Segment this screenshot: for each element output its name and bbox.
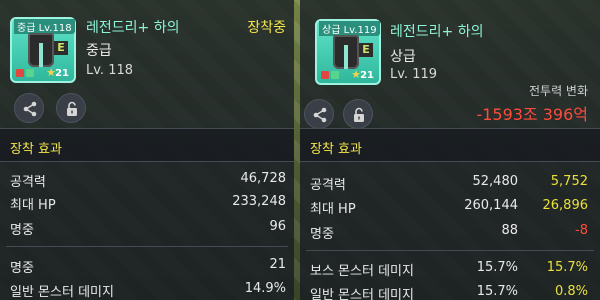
- share-icon: [23, 101, 37, 117]
- stat-label: 최대 HP: [10, 198, 56, 213]
- item-level: Lv. 118: [86, 63, 134, 78]
- item-name: 레전드리+ 하의: [390, 24, 484, 40]
- equipped-status: 장착중: [247, 20, 286, 36]
- stat-value: 52,480: [472, 174, 519, 189]
- stat-value: 46,728: [240, 171, 287, 186]
- item-name: 레전드리+ 하의: [86, 20, 180, 36]
- stat-row: 일반 몬스터 데미지 15.7% 0.8%: [300, 281, 600, 300]
- grade-level-tag: 상급 Lv.119: [319, 21, 380, 36]
- equip-effect-section: 장착 효과: [300, 128, 600, 162]
- stat-value: 15.7%: [476, 260, 518, 275]
- stat-row: 보스 몬스터 데미지 15.7% 15.7%: [300, 257, 600, 280]
- equipment-badge: E: [359, 43, 373, 57]
- stat-label: 공격력: [310, 178, 346, 193]
- power-change-label: 전투력 변화: [528, 84, 588, 98]
- equipment-badge: E: [54, 41, 68, 55]
- option-dots: [321, 71, 343, 79]
- stat-diff: 26,896: [542, 198, 589, 213]
- lock-button[interactable]: [56, 93, 86, 123]
- stat-row: 최대 HP 233,248: [0, 191, 294, 214]
- stat-label: 명중: [10, 223, 34, 238]
- stat-label: 일반 몬스터 데미지: [10, 285, 114, 300]
- divider: [6, 246, 288, 247]
- equipped-item-panel: 중급 Lv.118 E ★ 21 레전드리+ 하의 중급 Lv. 118 장착중…: [0, 0, 294, 300]
- stat-label: 공격력: [10, 175, 46, 190]
- stat-row: 일반 몬스터 데미지 14.9%: [0, 278, 294, 300]
- stat-value: 14.9%: [244, 281, 286, 296]
- stat-row: 명중 21: [0, 254, 294, 277]
- stat-label: 보스 몬스터 데미지: [310, 264, 414, 279]
- section-title: 장착 효과: [310, 142, 362, 157]
- item-icon[interactable]: 상급 Lv.119 E ★ 21: [315, 19, 381, 85]
- red-option-dot: [16, 69, 24, 77]
- stat-row: 최대 HP 260,144 26,896: [300, 195, 600, 218]
- stat-value: 21: [269, 257, 286, 272]
- stat-value: 260,144: [464, 198, 518, 213]
- equip-effect-section: 장착 효과: [0, 128, 294, 162]
- stat-label: 명중: [10, 261, 34, 276]
- stat-row: 공격력 52,480 5,752: [300, 171, 600, 194]
- stat-row: 공격력 46,728: [0, 168, 294, 191]
- stat-value: 96: [269, 219, 286, 234]
- compare-item-panel: 상급 Lv.119 E ★ 21 레전드리+ 하의 상급 Lv. 119 전투력…: [300, 0, 600, 300]
- stat-value: 88: [501, 223, 518, 238]
- grade-level-tag: 중급 Lv.118: [14, 19, 75, 34]
- lock-icon: [354, 107, 364, 122]
- stat-row: 명중 96: [0, 216, 294, 239]
- share-icon: [313, 107, 327, 123]
- divider: [306, 250, 594, 251]
- stat-label: 최대 HP: [310, 202, 356, 217]
- stat-diff: -8: [575, 223, 588, 238]
- lock-button[interactable]: [343, 99, 373, 129]
- item-level: Lv. 119: [390, 67, 438, 82]
- stat-diff: 5,752: [550, 174, 588, 189]
- stat-diff: 15.7%: [546, 260, 588, 275]
- green-option-dot: [26, 69, 34, 77]
- section-title: 장착 효과: [10, 142, 62, 157]
- green-option-dot: [331, 71, 339, 79]
- stat-row: 명중 88 -8: [300, 220, 600, 243]
- stat-value: 233,248: [232, 194, 286, 209]
- lock-icon: [67, 101, 77, 116]
- stat-diff: 0.8%: [554, 284, 588, 299]
- power-change-value: -1593조 396억: [476, 105, 588, 124]
- share-button[interactable]: [304, 99, 334, 129]
- item-grade: 상급: [390, 49, 416, 65]
- star-count: 21: [55, 68, 69, 79]
- stat-label: 일반 몬스터 데미지: [310, 288, 414, 300]
- pants-icon: [28, 33, 54, 67]
- item-grade: 중급: [86, 43, 112, 59]
- item-icon[interactable]: 중급 Lv.118 E ★ 21: [10, 17, 76, 83]
- star-count: 21: [360, 70, 374, 81]
- option-dots: [16, 69, 38, 77]
- pants-icon: [333, 35, 359, 69]
- red-option-dot: [321, 71, 329, 79]
- stat-value: 15.7%: [476, 284, 518, 299]
- stat-label: 명중: [310, 227, 334, 242]
- share-button[interactable]: [14, 93, 44, 123]
